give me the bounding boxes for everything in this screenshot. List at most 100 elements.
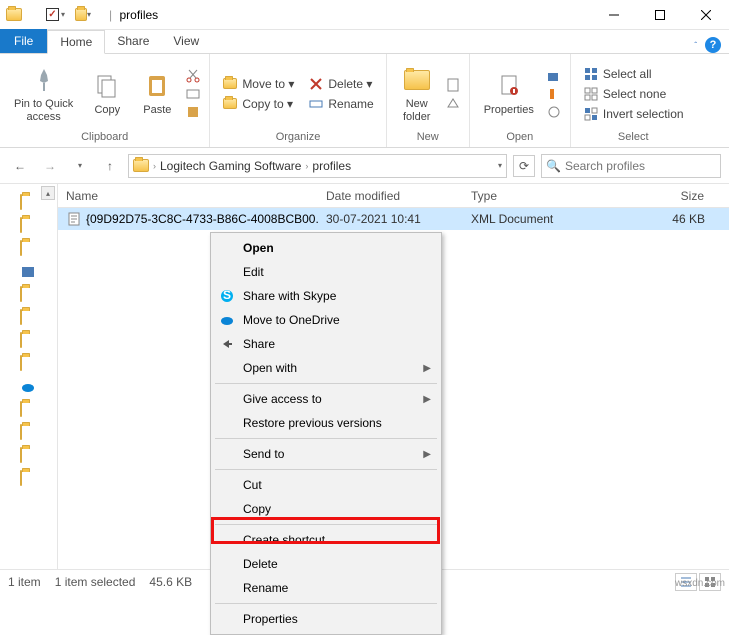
- chevron-right-icon: ▶: [423, 394, 431, 405]
- navpane-item-3[interactable]: [20, 241, 38, 259]
- navpane-item-6[interactable]: [20, 310, 38, 328]
- select-all-button[interactable]: Select all: [579, 65, 688, 83]
- breadcrumb-2[interactable]: profiles: [312, 159, 351, 173]
- share-tab[interactable]: Share: [105, 29, 161, 53]
- qat-checkbox[interactable]: ✓▾: [42, 6, 69, 23]
- ctx-restore-versions[interactable]: Restore previous versions: [213, 411, 439, 435]
- search-box[interactable]: 🔍: [541, 154, 721, 178]
- copy-to-button[interactable]: Copy to ▾: [218, 95, 298, 113]
- qat-save-icon[interactable]: [28, 13, 36, 17]
- paste-shortcut-icon[interactable]: [185, 104, 201, 120]
- properties-button[interactable]: Properties: [478, 68, 540, 119]
- up-button[interactable]: ↑: [98, 154, 122, 178]
- navpane-item-10[interactable]: [20, 402, 38, 420]
- ctx-give-access[interactable]: Give access to▶: [213, 387, 439, 411]
- maximize-button[interactable]: [637, 0, 683, 30]
- skype-icon: S: [219, 288, 235, 304]
- copy-icon: [91, 70, 123, 102]
- new-item-icon[interactable]: [445, 77, 461, 93]
- breadcrumb-1[interactable]: Logitech Gaming Software: [160, 159, 301, 173]
- navpane-onedrive-icon[interactable]: [20, 379, 38, 397]
- column-name[interactable]: Name: [58, 189, 318, 203]
- navpane-item-11[interactable]: [20, 425, 38, 443]
- app-folder-icon: [6, 7, 22, 23]
- title-separator: |: [109, 8, 112, 22]
- ctx-open[interactable]: Open: [213, 236, 439, 260]
- address-bar[interactable]: › Logitech Gaming Software › profiles ▾: [128, 154, 507, 178]
- ctx-properties[interactable]: Properties: [213, 607, 439, 631]
- address-folder-icon: [133, 158, 149, 174]
- select-none-button[interactable]: Select none: [579, 85, 688, 103]
- watermark-text: wsxdn.com: [675, 578, 725, 589]
- paste-button[interactable]: Paste: [135, 68, 179, 119]
- minimize-button[interactable]: [591, 0, 637, 30]
- ctx-separator: [215, 469, 437, 470]
- rename-icon: [308, 96, 324, 112]
- navpane-item-4[interactable]: [20, 264, 38, 282]
- svg-text:S: S: [223, 288, 231, 302]
- cut-icon[interactable]: [185, 68, 201, 84]
- file-row[interactable]: {09D92D75-3C8C-4733-B86C-4008BCB00... 30…: [58, 208, 729, 230]
- navpane-item-12[interactable]: [20, 448, 38, 466]
- move-to-button[interactable]: Move to ▾: [218, 75, 298, 93]
- home-tab[interactable]: Home: [47, 30, 105, 54]
- qat-folder-icon[interactable]: ▾: [75, 7, 91, 23]
- navpane-scroll-up[interactable]: ▴: [41, 186, 55, 200]
- status-selected-count: 1 item selected: [55, 575, 136, 589]
- forward-button[interactable]: →: [38, 154, 62, 178]
- ctx-separator: [215, 603, 437, 604]
- new-folder-icon: [401, 64, 433, 96]
- pin-to-quick-access-button[interactable]: Pin to Quick access: [8, 62, 79, 125]
- column-headers[interactable]: Name Date modified Type Size: [58, 184, 729, 208]
- navpane-item-8[interactable]: [20, 356, 38, 374]
- ribbon-collapse-icon[interactable]: ˆ: [694, 41, 697, 50]
- pin-icon: [28, 64, 60, 96]
- help-icon[interactable]: ?: [705, 37, 721, 53]
- ctx-cut[interactable]: Cut: [213, 473, 439, 497]
- ctx-share-skype[interactable]: SShare with Skype: [213, 284, 439, 308]
- ctx-open-with[interactable]: Open with▶: [213, 356, 439, 380]
- column-size[interactable]: Size: [598, 189, 729, 203]
- open-icon[interactable]: [546, 68, 562, 84]
- view-tab[interactable]: View: [161, 29, 211, 53]
- ctx-create-shortcut[interactable]: Create shortcut: [213, 528, 439, 552]
- easy-access-icon[interactable]: [445, 95, 461, 111]
- edit-icon[interactable]: [546, 86, 562, 102]
- navpane-item-1[interactable]: [20, 195, 38, 213]
- ctx-delete[interactable]: Delete: [213, 552, 439, 576]
- navpane-item-13[interactable]: [20, 471, 38, 489]
- recent-locations-button[interactable]: ▾: [68, 154, 92, 178]
- file-tab[interactable]: File: [0, 29, 47, 53]
- copy-button[interactable]: Copy: [85, 68, 129, 119]
- copy-path-icon[interactable]: [185, 86, 201, 102]
- history-icon[interactable]: [546, 104, 562, 120]
- navpane-item-7[interactable]: [20, 333, 38, 351]
- new-folder-button[interactable]: New folder: [395, 62, 439, 125]
- ctx-edit[interactable]: Edit: [213, 260, 439, 284]
- file-size: 46 KB: [598, 212, 729, 226]
- ribbon-tabs: File Home Share View ˆ ?: [0, 30, 729, 54]
- context-menu: Open Edit SShare with Skype Move to OneD…: [210, 232, 442, 635]
- column-date[interactable]: Date modified: [318, 189, 463, 203]
- rename-button[interactable]: Rename: [304, 95, 377, 113]
- select-group-label: Select: [618, 129, 649, 143]
- delete-button[interactable]: Delete ▾: [304, 75, 377, 93]
- window-title: profiles: [119, 8, 158, 22]
- ctx-share[interactable]: Share: [213, 332, 439, 356]
- search-input[interactable]: [565, 159, 720, 173]
- address-history-icon[interactable]: ▾: [498, 161, 502, 170]
- close-button[interactable]: [683, 0, 729, 30]
- ctx-send-to[interactable]: Send to▶: [213, 442, 439, 466]
- back-button[interactable]: ←: [8, 154, 32, 178]
- status-item-count: 1 item: [8, 575, 41, 589]
- invert-selection-button[interactable]: Invert selection: [579, 105, 688, 123]
- ctx-move-onedrive[interactable]: Move to OneDrive: [213, 308, 439, 332]
- navpane-item-2[interactable]: [20, 218, 38, 236]
- ctx-copy[interactable]: Copy: [213, 497, 439, 521]
- ctx-rename[interactable]: Rename: [213, 576, 439, 600]
- navigation-pane[interactable]: ▴: [0, 184, 58, 569]
- navpane-item-5[interactable]: [20, 287, 38, 305]
- refresh-button[interactable]: ⟳: [513, 155, 535, 177]
- column-type[interactable]: Type: [463, 189, 598, 203]
- share-icon: [219, 336, 235, 352]
